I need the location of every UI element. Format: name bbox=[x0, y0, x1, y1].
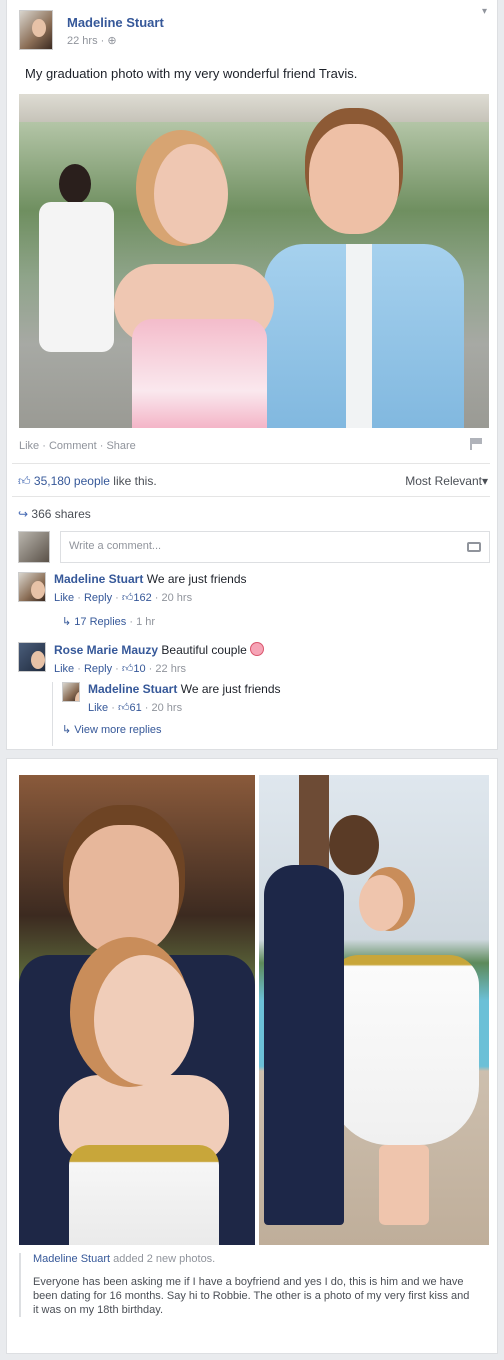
share-arrow-icon: ↪ bbox=[18, 507, 29, 521]
reply: Madeline Stuart We are just friends Like… bbox=[62, 682, 281, 714]
reply-time[interactable]: 20 hrs bbox=[152, 702, 183, 714]
comment-time[interactable]: 22 hrs bbox=[155, 663, 186, 675]
comment-like-count[interactable]: 162 bbox=[133, 592, 151, 604]
chevron-down-icon[interactable]: ▾ bbox=[482, 6, 487, 17]
comment-composer: Write a comment... bbox=[18, 531, 490, 563]
like-button[interactable]: Like bbox=[19, 440, 39, 452]
comment-like-count[interactable]: 10 bbox=[133, 663, 145, 675]
comment-button[interactable]: Comment bbox=[49, 440, 97, 452]
reply-arrow-icon: ↳ bbox=[62, 616, 72, 628]
comment-reply-button[interactable]: Reply bbox=[84, 663, 112, 675]
author-name[interactable]: Madeline Stuart bbox=[33, 1253, 110, 1265]
view-replies[interactable]: ↳ 17 Replies · 1 hr bbox=[62, 615, 155, 628]
avatar[interactable] bbox=[19, 10, 53, 50]
comment-text: Beautiful couple bbox=[161, 643, 247, 657]
shares-summary[interactable]: ↪ 366 shares bbox=[18, 507, 91, 521]
chevron-down-icon: ▾ bbox=[481, 474, 488, 488]
heart-emoji-icon bbox=[249, 642, 264, 656]
post-caption: My graduation photo with my very wonderf… bbox=[25, 66, 358, 81]
first-kiss-photo[interactable] bbox=[259, 775, 489, 1245]
avatar bbox=[18, 531, 50, 563]
post-actions: Like · Comment · Share bbox=[19, 440, 136, 452]
divider bbox=[12, 463, 490, 464]
comment-like-button[interactable]: Like bbox=[54, 592, 74, 604]
reply-thread-line bbox=[52, 682, 53, 746]
thumbs-up-icon: 👍︎ bbox=[18, 474, 31, 488]
photos-post-card: Madeline Stuart added 2 new photos. Ever… bbox=[6, 758, 498, 1354]
comment-like-button[interactable]: Like bbox=[54, 663, 74, 675]
comment-reply-button[interactable]: Reply bbox=[84, 592, 112, 604]
photos-post-text: Madeline Stuart added 2 new photos. Ever… bbox=[19, 1253, 489, 1317]
likes-summary: 👍︎ 35,180 people like this. Most Relevan… bbox=[18, 474, 488, 488]
comment-time[interactable]: 20 hrs bbox=[162, 592, 193, 604]
comment-input[interactable]: Write a comment... bbox=[60, 531, 490, 563]
graduation-photo[interactable] bbox=[19, 94, 489, 428]
reply-like-count[interactable]: 61 bbox=[129, 702, 141, 714]
comment-text: We are just friends bbox=[146, 572, 247, 586]
avatar[interactable] bbox=[18, 642, 46, 672]
author-name[interactable]: Madeline Stuart bbox=[67, 15, 164, 30]
comment-author[interactable]: Madeline Stuart bbox=[54, 572, 143, 586]
reply-arrow-icon: ↳ bbox=[62, 724, 72, 736]
avatar[interactable] bbox=[18, 572, 46, 602]
post-header: Madeline Stuart 22 hrs · ⊕ bbox=[19, 10, 164, 56]
thumbs-up-icon: 👍︎ bbox=[121, 592, 134, 604]
comment-author[interactable]: Rose Marie Mauzy bbox=[54, 643, 158, 657]
reply-like-button[interactable]: Like bbox=[88, 702, 108, 714]
boyfriend-photo[interactable] bbox=[19, 775, 255, 1245]
globe-icon: ⊕ bbox=[107, 35, 117, 47]
thumbs-up-icon: 👍︎ bbox=[121, 663, 134, 675]
post-body: Everyone has been asking me if I have a … bbox=[33, 1276, 470, 1316]
likes-count[interactable]: 35,180 people bbox=[34, 474, 110, 488]
comment: Madeline Stuart We are just friends Like… bbox=[18, 572, 247, 604]
sort-dropdown[interactable]: Most Relevant▾ bbox=[405, 474, 488, 488]
camera-icon[interactable] bbox=[467, 542, 481, 552]
share-button[interactable]: Share bbox=[106, 440, 135, 452]
comment: Rose Marie Mauzy Beautiful couple Like ·… bbox=[18, 642, 264, 675]
post-timestamp: 22 hrs · ⊕ bbox=[67, 35, 117, 47]
thumbs-up-icon: 👍︎ bbox=[117, 702, 130, 714]
reply-author[interactable]: Madeline Stuart bbox=[88, 682, 177, 696]
reply-text: We are just friends bbox=[180, 682, 281, 696]
view-more-replies[interactable]: ↳ View more replies bbox=[62, 723, 162, 736]
flag-icon[interactable] bbox=[470, 438, 482, 450]
avatar[interactable] bbox=[62, 682, 80, 702]
divider bbox=[12, 496, 490, 497]
